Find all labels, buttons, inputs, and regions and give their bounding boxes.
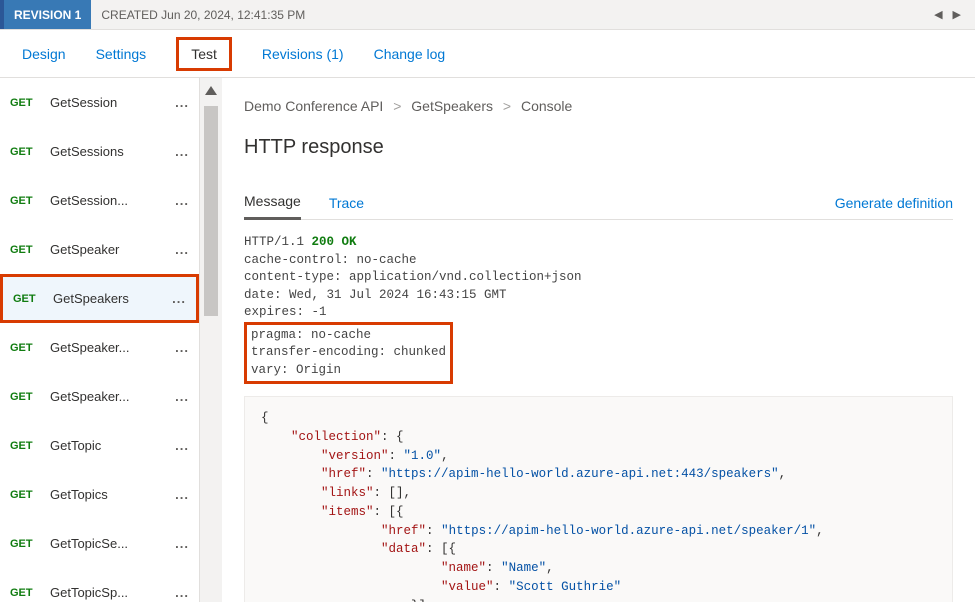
created-timestamp: CREATED Jun 20, 2024, 12:41:35 PM (101, 8, 305, 22)
op-method: GET (10, 391, 40, 403)
op-method: GET (10, 195, 40, 207)
operation-row[interactable]: GET GetTopic... (0, 421, 199, 470)
operation-row[interactable]: GET GetSpeakers... (0, 274, 199, 323)
operations-sidebar: GET GetSession... GET GetSessions... GET GetS… (0, 78, 200, 602)
op-name: GetSpeaker... (50, 340, 155, 355)
more-icon[interactable]: ... (165, 487, 199, 502)
op-name: GetSession... (50, 193, 155, 208)
op-method: GET (10, 97, 40, 109)
operation-row[interactable]: GET GetTopicSp...... (0, 568, 199, 602)
json-body: { "collection": { "version": "1.0", "hre… (244, 396, 953, 602)
breadcrumb-api[interactable]: Demo Conference API (244, 98, 383, 114)
scroll-thumb[interactable] (204, 106, 218, 316)
op-method: GET (10, 440, 40, 452)
operation-row[interactable]: GET GetSpeaker...... (0, 323, 199, 372)
header-pragma: pragma: no-cache (251, 327, 446, 345)
op-method: GET (10, 489, 40, 501)
operation-row[interactable]: GET GetTopicSe...... (0, 519, 199, 568)
revision-nav: ◀ ▶ (934, 8, 961, 21)
tab-revisions[interactable]: Revisions (1) (262, 46, 344, 62)
more-icon[interactable]: ... (165, 144, 199, 159)
headers-highlight-box: pragma: no-cache transfer-encoding: chun… (244, 322, 453, 385)
op-method: GET (10, 244, 40, 256)
op-name: GetSessions (50, 144, 155, 159)
operation-row[interactable]: GET GetSessions... (0, 127, 199, 176)
tab-change-log[interactable]: Change log (374, 46, 446, 62)
resp-tab-trace[interactable]: Trace (329, 187, 364, 219)
op-method: GET (10, 587, 40, 599)
more-icon[interactable]: ... (165, 242, 199, 257)
more-icon[interactable]: ... (165, 536, 199, 551)
more-icon[interactable]: ... (165, 438, 199, 453)
http-headers: HTTP/1.1 200 OK cache-control: no-cache … (244, 234, 953, 384)
top-bar: REVISION 1 CREATED Jun 20, 2024, 12:41:3… (0, 0, 975, 30)
op-name: GetSpeakers (53, 291, 152, 306)
http-version: HTTP/1.1 (244, 235, 312, 249)
header-vary: vary: Origin (251, 362, 446, 380)
tab-design[interactable]: Design (22, 46, 66, 62)
op-method: GET (10, 146, 40, 158)
breadcrumb-console: Console (521, 98, 572, 114)
op-method: GET (10, 342, 40, 354)
op-name: GetSession (50, 95, 155, 110)
op-name: GetTopic (50, 438, 155, 453)
op-method: GET (13, 293, 43, 305)
breadcrumb-sep: > (393, 98, 401, 114)
tab-test[interactable]: Test (176, 37, 232, 71)
op-name: GetTopicSe... (50, 536, 155, 551)
op-name: GetTopics (50, 487, 155, 502)
tab-settings[interactable]: Settings (96, 46, 147, 62)
main-area: GET GetSession... GET GetSessions... GET GetS… (0, 78, 975, 602)
operation-row[interactable]: GET GetTopics... (0, 470, 199, 519)
resp-tab-message[interactable]: Message (244, 185, 301, 220)
operation-row[interactable]: GET GetSpeaker...... (0, 372, 199, 421)
generate-definition-link[interactable]: Generate definition (835, 195, 953, 219)
chevron-left-icon[interactable]: ◀ (934, 8, 942, 21)
more-icon[interactable]: ... (165, 95, 199, 110)
chevron-right-icon[interactable]: ▶ (953, 8, 961, 21)
scroll-up-icon[interactable] (205, 86, 217, 95)
operation-row[interactable]: GET GetSession...... (0, 176, 199, 225)
more-icon[interactable]: ... (165, 389, 199, 404)
more-icon[interactable]: ... (165, 585, 199, 600)
op-name: GetSpeaker (50, 242, 155, 257)
header-content-type: content-type: application/vnd.collection… (244, 269, 953, 287)
op-method: GET (10, 538, 40, 550)
operation-row[interactable]: GET GetSession... (0, 78, 199, 127)
header-cache-control: cache-control: no-cache (244, 252, 953, 270)
more-icon[interactable]: ... (165, 340, 199, 355)
sidebar-scrollbar[interactable] (200, 78, 222, 602)
header-transfer-encoding: transfer-encoding: chunked (251, 344, 446, 362)
revision-badge: REVISION 1 (0, 0, 91, 29)
more-icon[interactable]: ... (162, 291, 196, 306)
page-tabs: Design Settings Test Revisions (1) Chang… (0, 30, 975, 78)
more-icon[interactable]: ... (165, 193, 199, 208)
op-name: GetTopicSp... (50, 585, 155, 600)
content-panel: Demo Conference API > GetSpeakers > Cons… (222, 78, 975, 602)
response-tabs: Message Trace Generate definition (244, 185, 953, 220)
http-status: 200 OK (312, 235, 357, 249)
section-title: HTTP response (244, 136, 953, 159)
breadcrumb-operation[interactable]: GetSpeakers (411, 98, 493, 114)
breadcrumb-sep: > (503, 98, 511, 114)
header-date: date: Wed, 31 Jul 2024 16:43:15 GMT (244, 287, 953, 305)
op-name: GetSpeaker... (50, 389, 155, 404)
operation-row[interactable]: GET GetSpeaker... (0, 225, 199, 274)
header-expires: expires: -1 (244, 304, 953, 322)
breadcrumb: Demo Conference API > GetSpeakers > Cons… (244, 98, 953, 114)
